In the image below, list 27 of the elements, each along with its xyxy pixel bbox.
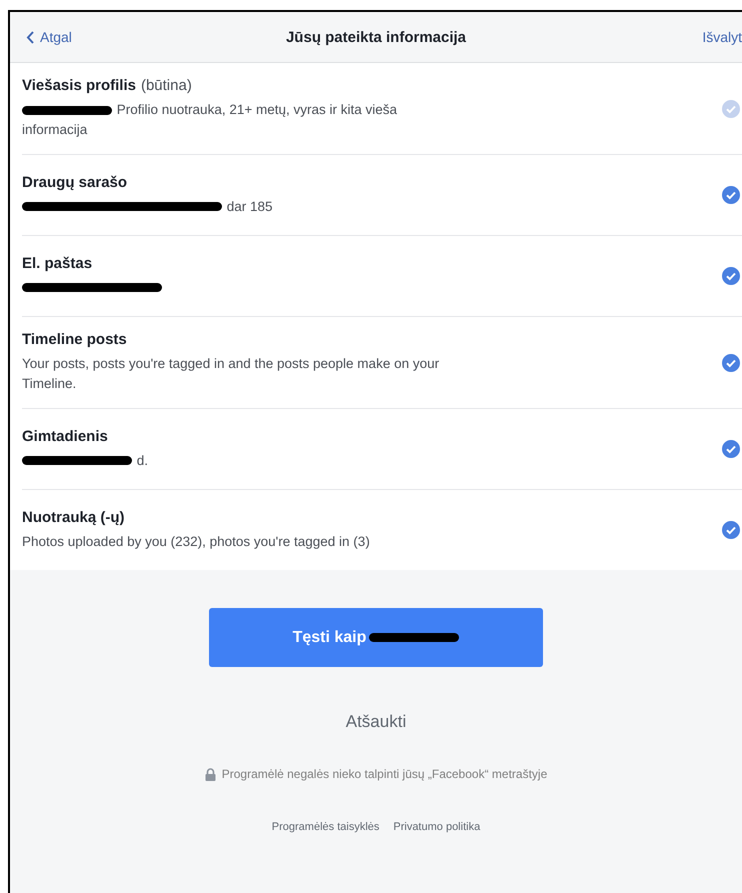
checkmark-icon[interactable]: [722, 440, 740, 458]
item-description: Your posts, posts you're tagged in and the posts people make on your Timeline.: [22, 356, 440, 391]
item-title: El. paštas: [22, 254, 92, 272]
item-title: Gimtadienis: [22, 428, 108, 444]
checkmark-icon[interactable]: [722, 354, 740, 372]
item-title: Timeline posts: [22, 331, 127, 348]
notice-text: Programėlė negalės nieko talpinti jūsų „Facebook“ metraštyje: [222, 767, 548, 781]
checkmark-icon[interactable]: [722, 186, 740, 204]
chevron-left-icon: [26, 30, 34, 44]
footer-link[interactable]: Privatumo politika: [393, 821, 480, 833]
cancel-button[interactable]: Atšaukti: [340, 711, 412, 733]
item-title: Draugų sarašo: [22, 174, 128, 190]
page-title: Jūsų pateikta informacija: [286, 28, 466, 46]
footer-link[interactable]: Programėlės taisyklės: [272, 821, 380, 833]
back-button[interactable]: Atgal: [26, 29, 72, 45]
item-description: Profilio nuotrauka, 21+ metų, vyras ir kita vieša informacija: [22, 102, 398, 137]
item-title: Nuotrauką (-ų): [22, 508, 124, 526]
item-note: (būtina): [140, 77, 192, 94]
continue-button[interactable]: Tęsti kaip: [209, 608, 543, 667]
item-description: dar 185: [226, 198, 273, 214]
checkmark-icon[interactable]: [722, 521, 740, 539]
clear-button[interactable]: Išvalyt: [702, 29, 742, 45]
lock-icon: [204, 768, 216, 780]
checkmark-icon[interactable]: [722, 267, 740, 285]
item-title: Viešasis profilis: [22, 77, 136, 94]
item-description: Photos uploaded by you (232), photos you're tagged in (3): [22, 534, 370, 548]
item-description: d.: [136, 452, 148, 468]
